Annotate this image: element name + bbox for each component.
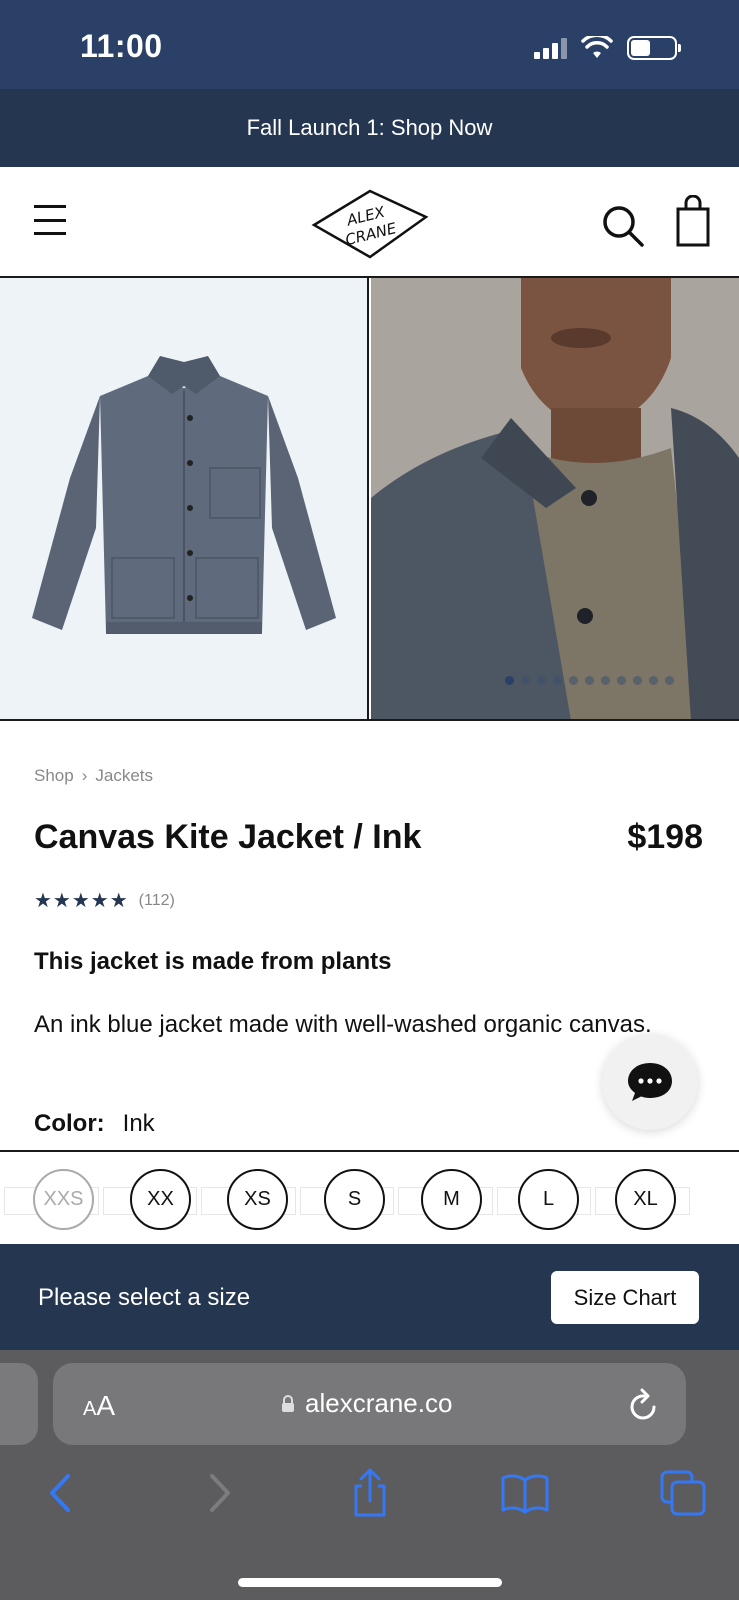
menu-icon[interactable] <box>34 205 66 235</box>
share-icon[interactable] <box>345 1468 395 1518</box>
gallery-dot[interactable] <box>553 676 562 685</box>
color-row: Color: Ink <box>34 1110 155 1138</box>
product-title: Canvas Kite Jacket / Ink <box>34 818 422 856</box>
status-time: 11:00 <box>80 28 163 64</box>
size-option-s[interactable]: S <box>324 1169 385 1230</box>
product-image-flat[interactable] <box>0 278 369 719</box>
address-bar[interactable]: AA alexcrane.co <box>53 1363 686 1445</box>
battery-icon <box>627 36 681 60</box>
size-option-m[interactable]: M <box>421 1169 482 1230</box>
size-options: XXS XX XS S M L XL <box>33 1169 676 1230</box>
product-price: $198 <box>627 818 703 856</box>
breadcrumb-jackets[interactable]: Jackets <box>95 766 153 786</box>
url-display[interactable]: alexcrane.co <box>281 1388 452 1419</box>
size-option-xxs[interactable]: XXS <box>33 1169 94 1230</box>
status-icons <box>534 36 681 60</box>
gallery-dot[interactable] <box>649 676 658 685</box>
back-icon[interactable] <box>38 1468 88 1518</box>
announcement-text[interactable]: Fall Launch 1: Shop Now <box>247 115 493 141</box>
site-header: ALEX CRANE <box>0 167 739 278</box>
product-subheadline: This jacket is made from plants <box>34 948 392 975</box>
aa-small: A <box>83 1398 97 1420</box>
gallery-dot[interactable] <box>569 676 578 685</box>
size-option-xs[interactable]: XS <box>227 1169 288 1230</box>
aa-big: A <box>96 1390 116 1421</box>
gallery-dot[interactable] <box>665 676 674 685</box>
home-indicator[interactable] <box>238 1578 502 1587</box>
gallery-dot[interactable] <box>537 676 546 685</box>
rating-stars[interactable]: ★★★★★ <box>34 888 129 913</box>
search-icon[interactable] <box>602 205 644 247</box>
size-selector: XXS XX XS S M L XL <box>0 1150 739 1244</box>
product-rating[interactable]: ★★★★★ (112) <box>34 888 175 913</box>
wifi-icon <box>581 36 613 58</box>
forward-icon[interactable] <box>192 1468 242 1518</box>
gallery-dot[interactable] <box>505 676 514 685</box>
previous-tab-peek[interactable] <box>0 1363 38 1445</box>
color-label: Color: <box>34 1110 105 1137</box>
select-size-banner: Please select a size Size Chart <box>0 1244 739 1350</box>
gallery-dot[interactable] <box>633 676 642 685</box>
bookmarks-icon[interactable] <box>500 1468 550 1518</box>
reload-icon[interactable] <box>628 1387 660 1421</box>
gallery-dot[interactable] <box>585 676 594 685</box>
url-text[interactable]: alexcrane.co <box>305 1388 452 1419</box>
gallery-dot[interactable] <box>521 676 530 685</box>
bag-icon[interactable] <box>676 195 710 247</box>
gallery-pagination[interactable] <box>505 676 674 685</box>
jacket-flatlay-image <box>32 356 336 634</box>
chat-icon <box>628 1063 672 1101</box>
select-size-prompt: Please select a size <box>38 1284 251 1311</box>
tabs-icon[interactable] <box>658 1468 708 1518</box>
product-image-model[interactable] <box>371 278 739 719</box>
breadcrumb-shop[interactable]: Shop <box>34 766 74 786</box>
model-photo-image <box>371 278 739 719</box>
gallery-dot[interactable] <box>601 676 610 685</box>
product-description: An ink blue jacket made with well-washed… <box>34 1011 652 1038</box>
color-value: Ink <box>122 1110 155 1137</box>
breadcrumb-separator: › <box>81 766 88 785</box>
product-gallery[interactable] <box>0 278 739 721</box>
size-option-l[interactable]: L <box>518 1169 579 1230</box>
gallery-dot[interactable] <box>617 676 626 685</box>
breadcrumb: Shop › Jackets <box>34 766 153 786</box>
announcement-bar[interactable]: Fall Launch 1: Shop Now <box>0 89 739 167</box>
alex-crane-logo[interactable]: ALEX CRANE <box>310 185 430 261</box>
size-option-xx[interactable]: XX <box>130 1169 191 1230</box>
text-size-button[interactable]: AA <box>83 1390 115 1422</box>
chat-button[interactable] <box>602 1034 698 1130</box>
status-bar: 11:00 <box>0 0 739 89</box>
rating-count[interactable]: (112) <box>139 892 175 910</box>
browser-toolbar <box>0 1468 739 1528</box>
cellular-signal-icon <box>534 37 567 59</box>
size-option-xl[interactable]: XL <box>615 1169 676 1230</box>
lock-icon <box>282 1394 294 1412</box>
size-chart-button[interactable]: Size Chart <box>551 1271 699 1324</box>
safari-chrome: AA alexcrane.co <box>0 1350 739 1600</box>
